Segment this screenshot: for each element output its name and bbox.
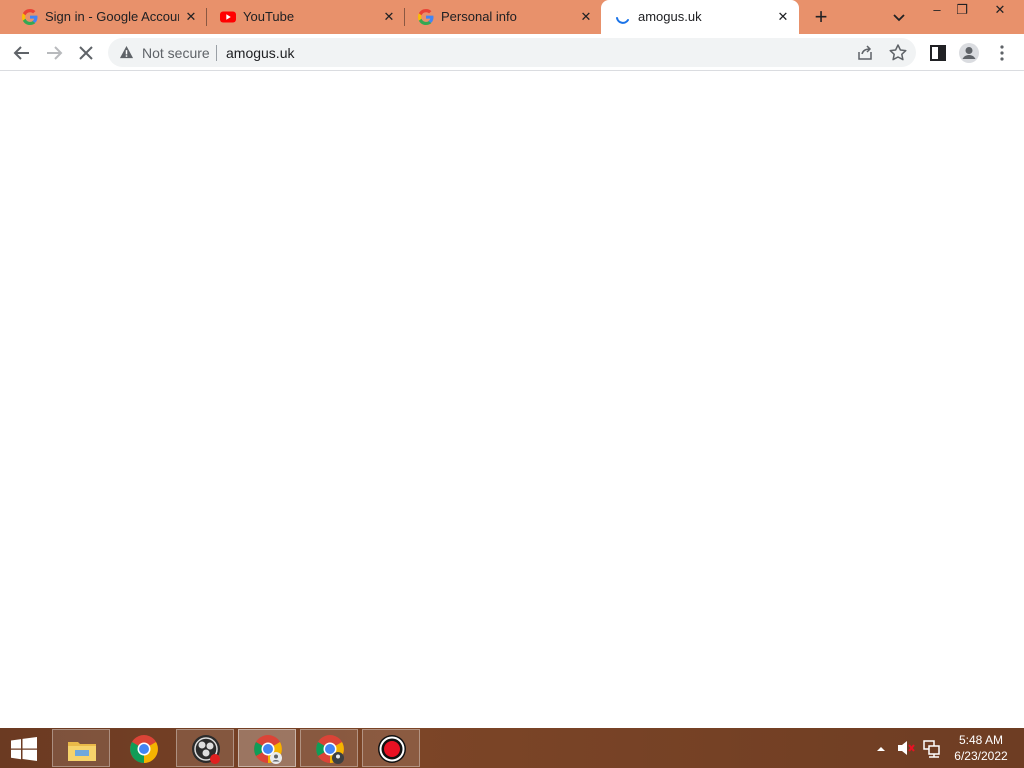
tab-strip: Sign in - Google Accounts ✕ YouTube ✕ Pe… bbox=[0, 0, 1024, 34]
url-text[interactable]: amogus.uk bbox=[226, 45, 294, 61]
tab-title: amogus.uk bbox=[638, 9, 702, 24]
restore-button[interactable]: ❐ bbox=[945, 0, 979, 22]
tab-title: Personal info bbox=[441, 9, 517, 24]
windows-taskbar: 5:48 AM 6/23/2022 bbox=[0, 728, 1024, 768]
youtube-icon bbox=[220, 11, 236, 23]
profile-avatar-icon[interactable] bbox=[958, 42, 980, 64]
back-arrow-icon[interactable] bbox=[11, 42, 33, 64]
tab-youtube[interactable]: YouTube ✕ bbox=[206, 0, 403, 34]
google-g-icon bbox=[418, 9, 434, 25]
side-panel-icon[interactable] bbox=[927, 42, 949, 64]
address-bar[interactable]: Not secure amogus.uk bbox=[108, 38, 916, 67]
taskbar-screen-recorder[interactable] bbox=[362, 729, 420, 767]
tab-search-chevron-icon[interactable] bbox=[889, 7, 909, 27]
tab-amogus[interactable]: amogus.uk ✕ bbox=[601, 0, 799, 34]
google-g-icon bbox=[22, 9, 38, 25]
omnibox-divider bbox=[216, 45, 217, 61]
record-icon bbox=[378, 735, 406, 763]
tab-title: YouTube bbox=[243, 9, 295, 24]
clock-date: 6/23/2022 bbox=[954, 749, 1008, 763]
tab-title: Sign in - Google Accounts bbox=[45, 9, 179, 24]
forward-arrow-icon[interactable] bbox=[43, 42, 65, 64]
close-tab-icon[interactable]: ✕ bbox=[578, 9, 594, 25]
tab-personal-info[interactable]: Personal info ✕ bbox=[404, 0, 601, 34]
close-tab-icon[interactable]: ✕ bbox=[183, 9, 199, 25]
volume-muted-icon[interactable] bbox=[895, 728, 917, 768]
taskbar-obs[interactable] bbox=[176, 729, 234, 767]
windows-start-icon[interactable] bbox=[0, 728, 48, 768]
show-hidden-icons-icon[interactable] bbox=[875, 728, 887, 768]
security-status-label[interactable]: Not secure bbox=[142, 45, 210, 61]
share-icon[interactable] bbox=[856, 44, 874, 62]
page-content bbox=[0, 71, 1024, 728]
bookmark-star-icon[interactable] bbox=[888, 43, 908, 63]
clock-time: 5:48 AM bbox=[958, 733, 1004, 747]
warning-triangle-icon[interactable] bbox=[119, 45, 134, 60]
close-window-button[interactable]: ✕ bbox=[983, 0, 1017, 22]
loading-spinner-icon bbox=[616, 17, 629, 24]
chrome-guest-icon bbox=[316, 735, 344, 764]
browser-toolbar: Not secure amogus.uk bbox=[0, 34, 1024, 71]
network-icon[interactable] bbox=[921, 728, 941, 768]
kebab-menu-icon[interactable] bbox=[991, 42, 1013, 64]
taskbar-chrome-profile[interactable] bbox=[238, 729, 296, 767]
taskbar-chrome-guest[interactable] bbox=[300, 729, 358, 767]
file-explorer-icon bbox=[68, 742, 96, 761]
close-tab-icon[interactable]: ✕ bbox=[381, 9, 397, 25]
close-tab-icon[interactable]: ✕ bbox=[775, 9, 791, 25]
chrome-icon bbox=[130, 735, 158, 763]
taskbar-file-explorer[interactable] bbox=[52, 729, 110, 767]
tab-google-sign-in[interactable]: Sign in - Google Accounts ✕ bbox=[8, 0, 205, 34]
stop-loading-icon[interactable] bbox=[75, 42, 97, 64]
obs-icon bbox=[192, 735, 220, 764]
new-tab-button[interactable]: + bbox=[809, 5, 833, 29]
chrome-profile-icon bbox=[254, 735, 282, 764]
system-clock[interactable]: 5:48 AM 6/23/2022 bbox=[946, 732, 1016, 764]
taskbar-chrome[interactable] bbox=[114, 729, 172, 767]
